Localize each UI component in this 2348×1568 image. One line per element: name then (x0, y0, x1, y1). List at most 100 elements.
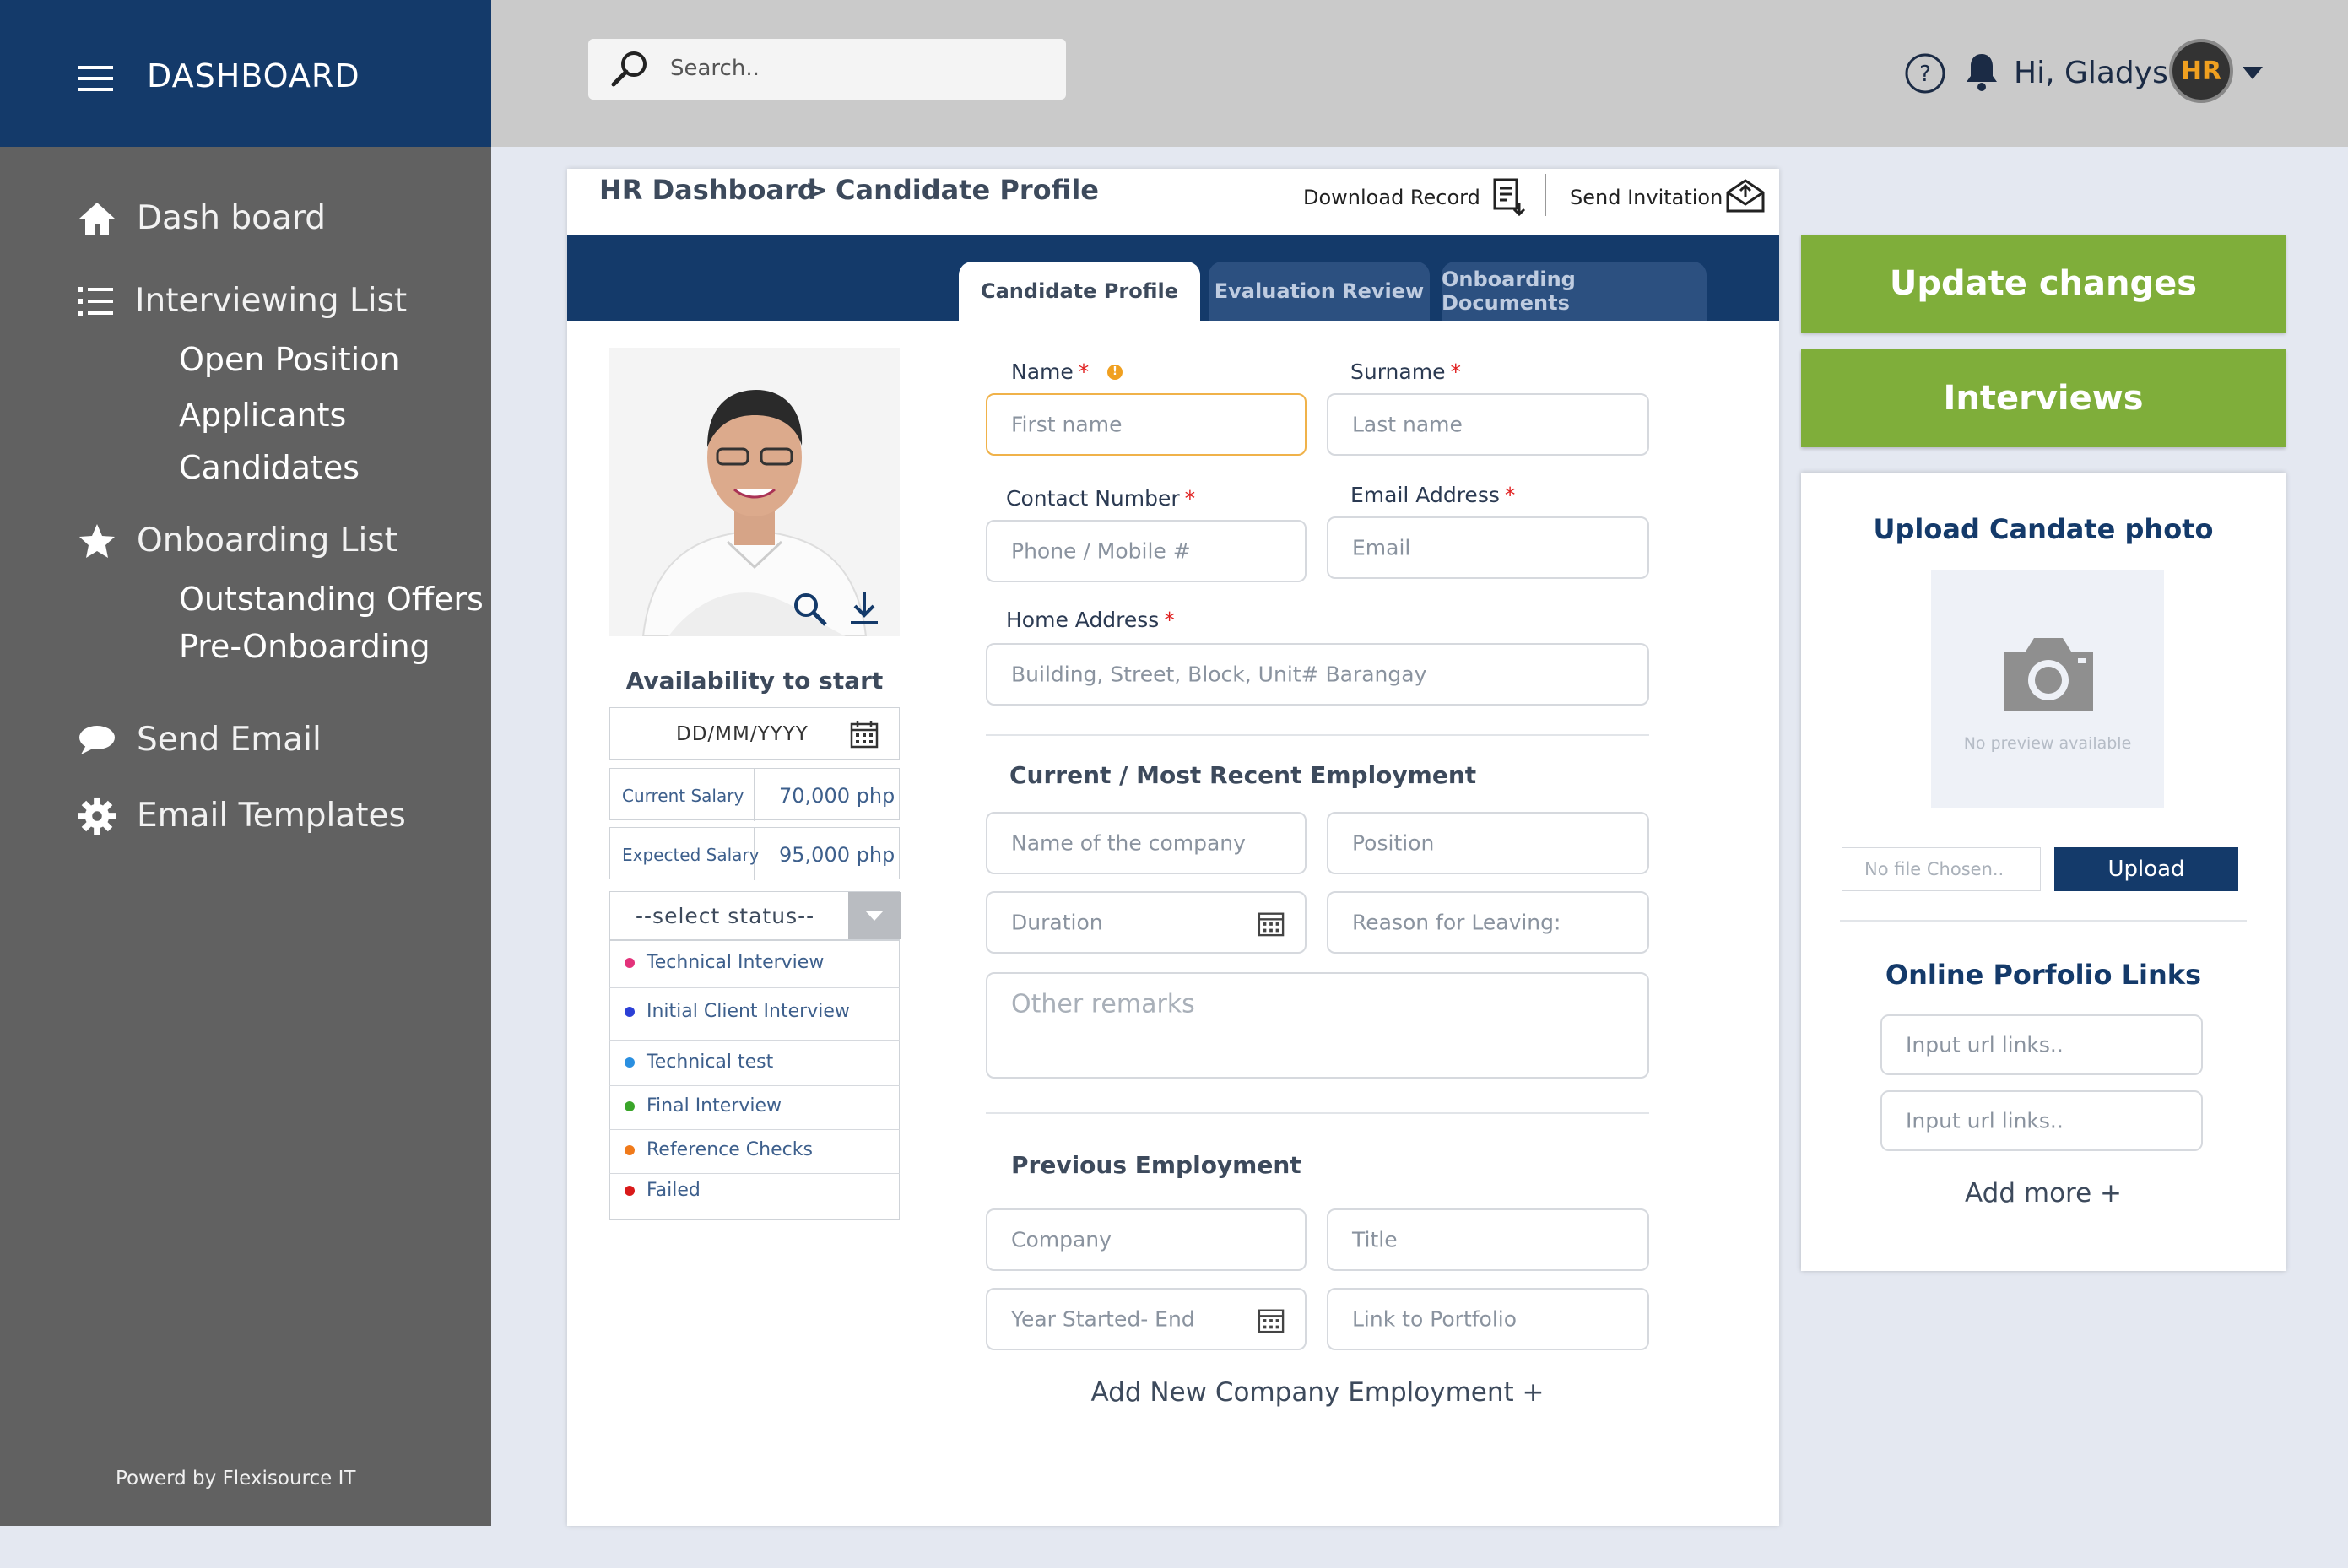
dashboard-title: DASHBOARD (147, 57, 360, 95)
last-name-input[interactable]: Last name (1327, 393, 1649, 456)
help-icon[interactable]: ? (1904, 52, 1946, 95)
status-select[interactable]: --select status-- (609, 891, 901, 940)
avatar[interactable]: HR (2169, 39, 2233, 103)
status-select-value: --select status-- (636, 904, 815, 928)
sidebar-item-send-email[interactable]: Send Email (79, 721, 322, 759)
sidebar-header: DASHBOARD (0, 0, 491, 147)
current-salary-value[interactable]: 70,000 php (779, 784, 895, 808)
download-icon[interactable] (847, 591, 881, 628)
search-icon (611, 51, 647, 87)
sidebar-item-email-templates[interactable]: Email Templates (78, 797, 406, 835)
status-label: Reference Checks (647, 1139, 813, 1160)
sidebar-item-interviewing-list[interactable]: Interviewing List (78, 282, 407, 320)
availability-date-input[interactable]: DD/MM/YYYY (609, 707, 900, 760)
email-address-label: Email Address * (1350, 483, 1516, 507)
previous-title-input[interactable]: Title (1327, 1208, 1649, 1271)
search-input[interactable]: Search.. (588, 39, 1066, 100)
status-dot (625, 1100, 635, 1111)
surname-label: Surname * (1350, 360, 1461, 384)
section-divider (986, 734, 1649, 736)
year-started-end-input[interactable]: Year Started- End (986, 1288, 1307, 1350)
user-greeting: Hi, Gladys ! (2014, 56, 2190, 90)
home-address-input[interactable]: Building, Street, Block, Unit# Barangay (986, 643, 1649, 706)
first-name-input[interactable]: First name (986, 393, 1307, 456)
duration-input[interactable]: Duration (986, 891, 1307, 954)
status-dot (625, 1144, 635, 1155)
camera-icon (2004, 638, 2093, 711)
status-list (609, 940, 900, 1220)
calendar-icon[interactable] (1258, 910, 1285, 937)
chat-bubble-icon (78, 721, 116, 760)
add-more-link[interactable]: Add more + (1801, 1178, 2286, 1208)
breadcrumb-root[interactable]: HR Dashboard (599, 174, 817, 206)
tab-candidate-profile[interactable]: Candidate Profile (959, 262, 1200, 321)
interviews-button[interactable]: Interviews (1801, 349, 2286, 447)
sidebar-item-label: Send Email (137, 721, 322, 759)
upload-button[interactable]: Upload (2054, 847, 2238, 891)
status-dot (625, 957, 635, 968)
download-record-link[interactable]: Download Record (1303, 186, 1480, 209)
file-chosen-input[interactable]: No file Chosen.. (1842, 847, 2041, 891)
bell-icon[interactable] (1963, 51, 2000, 93)
status-item-reference-checks[interactable]: Reference Checks (611, 1139, 900, 1160)
status-item-initial-client-interview[interactable]: Initial Client Interview (611, 1001, 900, 1022)
status-item-failed[interactable]: Failed (611, 1180, 900, 1201)
update-changes-button[interactable]: Update changes (1801, 235, 2286, 333)
availability-title: Availability to start (625, 667, 884, 695)
sidebar: Dash board Interviewing List Open Positi… (0, 147, 491, 1526)
status-item-technical-test[interactable]: Technical test (611, 1052, 900, 1073)
menu-icon[interactable] (78, 66, 113, 91)
search-placeholder: Search.. (670, 56, 760, 81)
contact-number-label: Contact Number * (1006, 486, 1196, 511)
sidebar-item-open-position[interactable]: Open Position (179, 341, 400, 378)
sidebar-item-outstanding-offers[interactable]: Outstanding Offers (179, 581, 484, 618)
envelope-upload-icon[interactable] (1725, 177, 1766, 214)
sidebar-item-applicants[interactable]: Applicants (179, 397, 346, 434)
calendar-icon[interactable] (1258, 1306, 1285, 1333)
action-divider (1545, 174, 1546, 216)
position-input[interactable]: Position (1327, 812, 1649, 874)
previous-employment-title: Previous Employment (1011, 1151, 1301, 1179)
name-label: Name * (1011, 360, 1090, 384)
upload-card: Upload Candate photo No preview availabl… (1801, 473, 2286, 1271)
portfolio-links-title: Online Porfolio Links (1885, 959, 2202, 991)
sidebar-item-onboarding-list[interactable]: Onboarding List (79, 522, 398, 560)
other-remarks-textarea[interactable]: Other remarks (986, 972, 1649, 1079)
home-icon (78, 199, 116, 238)
status-item-final-interview[interactable]: Final Interview (611, 1095, 900, 1117)
breadcrumb-separator: > (805, 174, 828, 206)
company-name-input[interactable]: Name of the company (986, 812, 1307, 874)
sidebar-item-candidates[interactable]: Candidates (179, 449, 360, 486)
home-address-label: Home Address * (1006, 608, 1175, 632)
send-invitation-link[interactable]: Send Invitation (1570, 186, 1723, 209)
link-to-portfolio-input[interactable]: Link to Portfolio (1327, 1288, 1649, 1350)
chevron-down-icon[interactable] (2242, 66, 2264, 81)
status-item-technical-interview[interactable]: Technical Interview (611, 952, 900, 973)
sidebar-item-pre-onboarding[interactable]: Pre-Onboarding (179, 628, 430, 665)
warning-icon: ! (1107, 365, 1123, 380)
reason-for-leaving-input[interactable]: Reason for Leaving: (1327, 891, 1649, 954)
sidebar-item-dashboard[interactable]: Dash board (79, 199, 326, 237)
candidate-photo (609, 348, 900, 636)
add-company-employment-link[interactable]: Add New Company Employment + (986, 1377, 1649, 1408)
list-icon (76, 282, 115, 321)
zoom-icon[interactable] (792, 591, 829, 628)
status-dot (625, 1057, 635, 1068)
tab-onboarding-documents[interactable]: Onboarding Documents (1442, 262, 1707, 321)
tab-evaluation-review[interactable]: Evaluation Review (1209, 262, 1430, 321)
portfolio-url-input-2[interactable]: Input url links.. (1880, 1090, 2203, 1151)
chevron-down-icon[interactable] (848, 892, 901, 939)
email-input[interactable]: Email (1327, 516, 1649, 579)
expected-salary-row: Expected Salary 95,000 php (609, 827, 900, 880)
date-placeholder: DD/MM/YYYY (676, 723, 809, 745)
sidebar-item-label: Email Templates (137, 797, 406, 835)
download-document-icon[interactable] (1492, 177, 1526, 218)
previous-company-input[interactable]: Company (986, 1208, 1307, 1271)
svg-text:?: ? (1919, 62, 1931, 87)
phone-input[interactable]: Phone / Mobile # (986, 520, 1307, 582)
calendar-icon[interactable] (850, 720, 879, 749)
avatar-label: HR (2180, 56, 2222, 86)
powered-by-text: Powerd by Flexisource IT (116, 1468, 356, 1490)
expected-salary-value[interactable]: 95,000 php (779, 843, 895, 867)
portfolio-url-input-1[interactable]: Input url links.. (1880, 1014, 2203, 1075)
